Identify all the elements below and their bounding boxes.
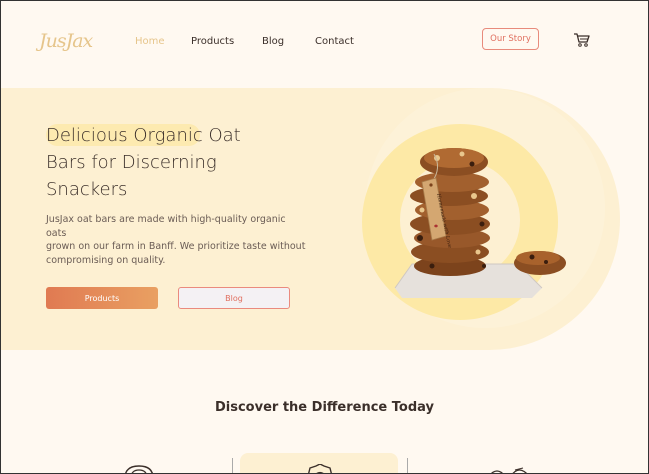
hero-text-line3: compromising on quality. — [46, 254, 166, 266]
feature-icon-2 — [307, 464, 333, 474]
cookie-stack-image: Homemade with Love — [394, 148, 566, 298]
feature-icon-1 — [124, 465, 154, 474]
hero-description: JusJax oat bars are made with high-quali… — [46, 213, 306, 267]
nav-products[interactable]: Products — [191, 36, 234, 47]
feature-divider-1 — [232, 458, 233, 474]
hero-title-line1: Delicious Organic Oat — [46, 125, 241, 146]
products-button[interactable]: Products — [46, 287, 158, 309]
nav-blog[interactable]: Blog — [262, 36, 284, 47]
cart-icon[interactable] — [573, 32, 590, 47]
hero-title-line3: Snackers — [46, 179, 128, 200]
hero-text-line1: JusJax oat bars are made with high-quali… — [46, 214, 286, 239]
nav-contact[interactable]: Contact — [315, 36, 354, 47]
brand-logo[interactable]: JusJax — [39, 30, 93, 52]
feature-divider-2 — [407, 458, 408, 474]
hero-title-line2: Bars for Discerning — [46, 152, 217, 173]
nav-home[interactable]: Home — [135, 36, 165, 47]
our-story-button[interactable]: Our Story — [482, 28, 539, 50]
blog-button[interactable]: Blog — [178, 287, 290, 309]
feature-icon-3 — [489, 467, 529, 474]
hero-text-line2: grown on our farm in Banff. We prioritiz… — [46, 241, 306, 252]
hero-title: Delicious Organic Oat Bars for Discernin… — [46, 122, 266, 203]
discover-heading: Discover the Difference Today — [214, 400, 434, 415]
